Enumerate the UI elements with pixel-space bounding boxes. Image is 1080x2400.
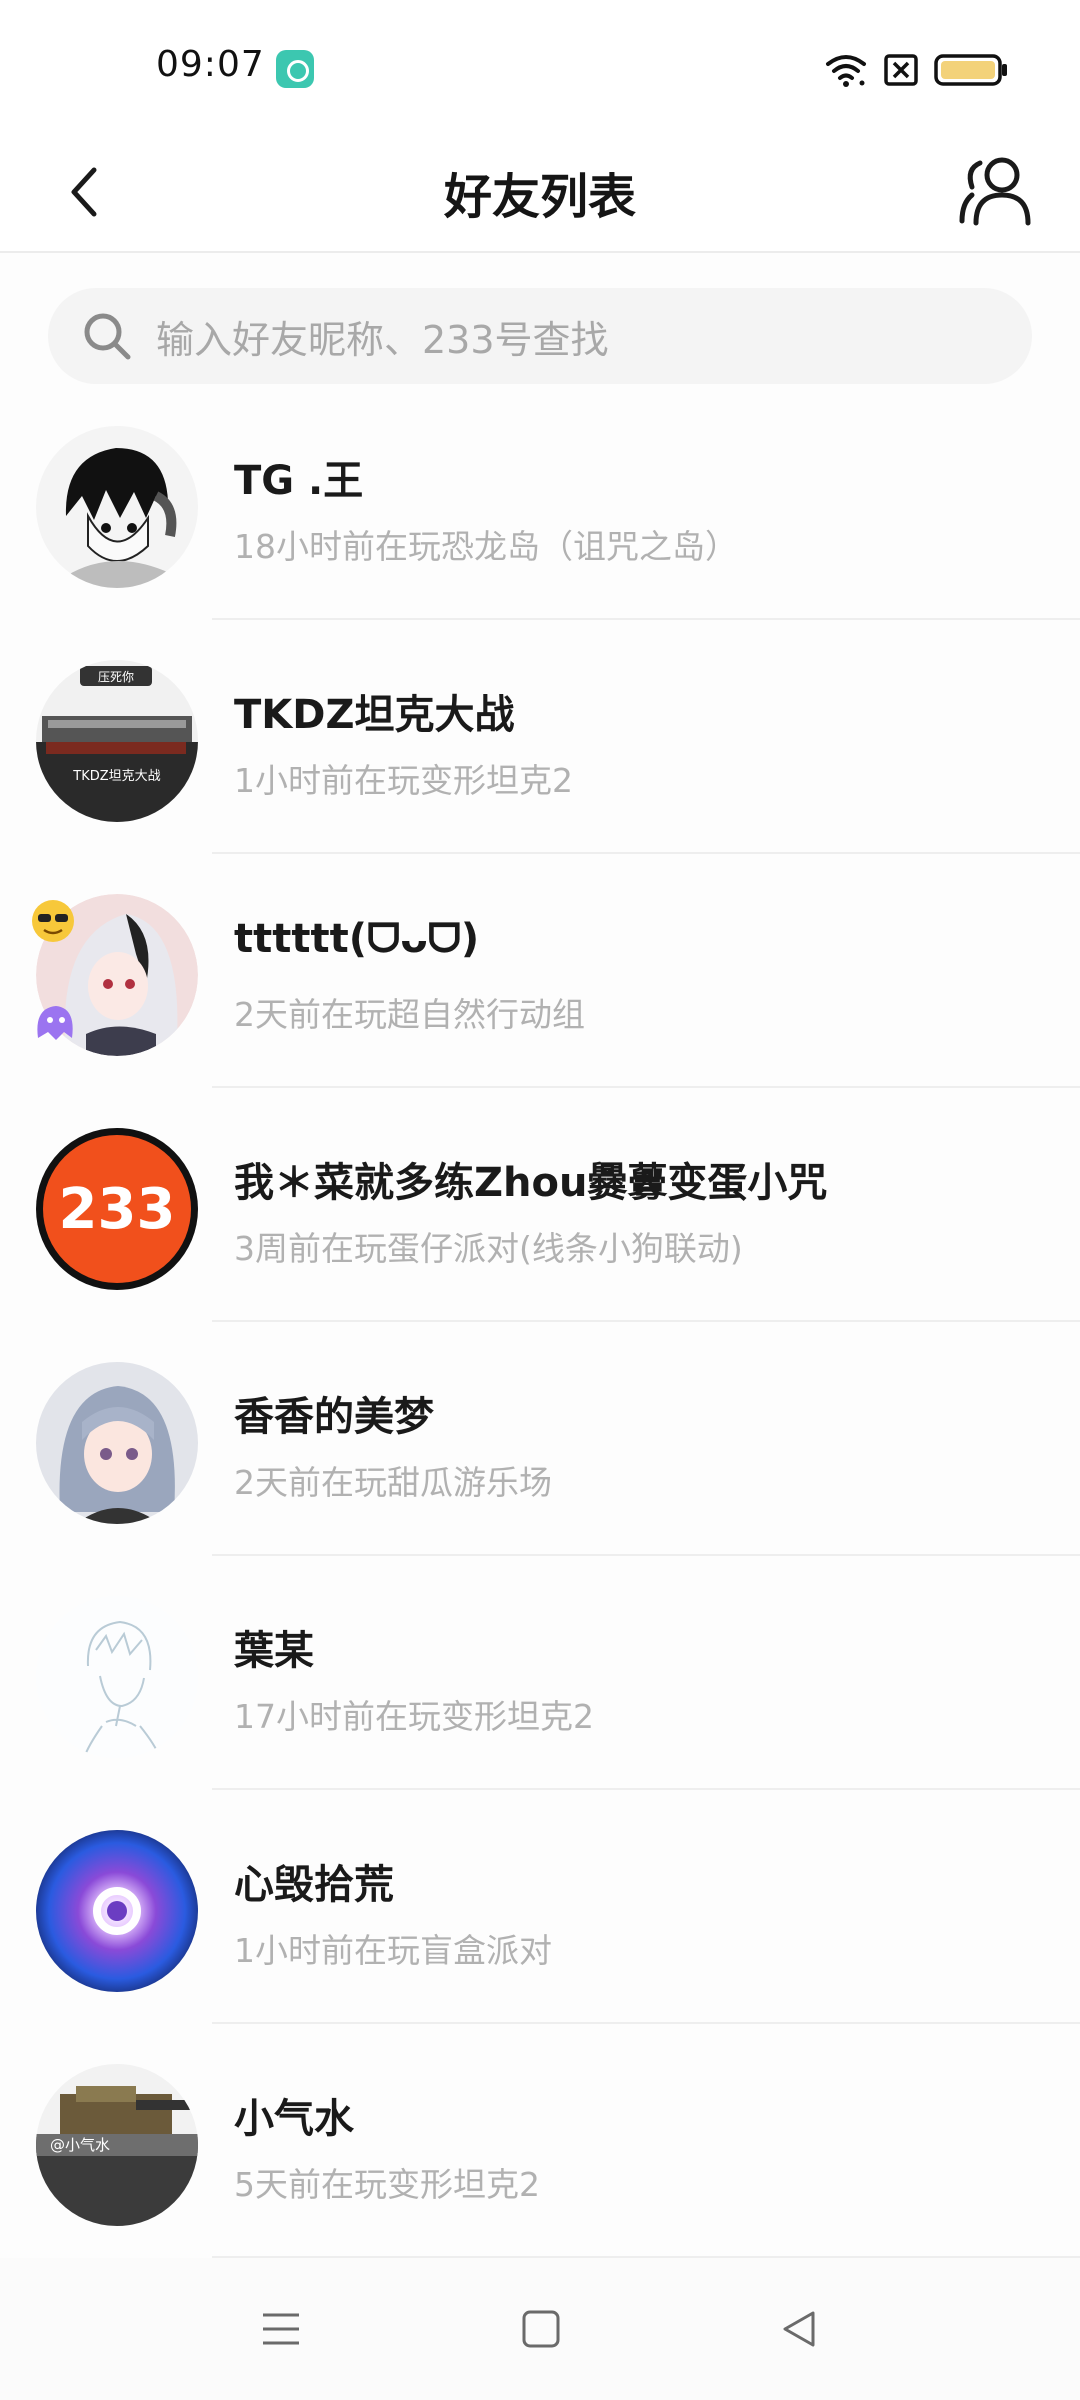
status-bar: 09:07: [0, 0, 1080, 130]
friend-status: 18小时前在玩恐龙岛（诅咒之岛）: [234, 527, 738, 566]
avatar: 压死你 TKDZ坦克大战: [36, 660, 198, 822]
friend-status: 1小时前在玩变形坦克2: [234, 761, 573, 800]
friend-row[interactable]: @小气水 小气水 5天前在玩变形坦克2: [0, 2024, 1080, 2258]
status-time: 09:07: [156, 44, 265, 85]
avatar: [36, 1362, 198, 1524]
friend-status: 1小时前在玩盲盒派对: [234, 1931, 552, 1970]
menu-icon: [263, 2313, 299, 2345]
search-input[interactable]: 输入好友昵称、233号查找: [48, 288, 1032, 384]
friend-name: 心毁拾荒: [234, 1862, 394, 1908]
ghost-sticker-icon: [37, 1006, 73, 1040]
friend-row[interactable]: TG .王 18小时前在玩恐龙岛（诅咒之岛）: [0, 386, 1080, 620]
friend-name: TG .王: [234, 458, 364, 504]
friend-row[interactable]: 233 我＊菜就多练Zhou爨虋变蛋小咒 3周前在玩蛋仔派对(线条小狗联动): [0, 1088, 1080, 1322]
friend-row[interactable]: 香香的美梦 2天前在玩甜瓜游乐场: [0, 1322, 1080, 1556]
friend-status: 2天前在玩超自然行动组: [234, 995, 585, 1034]
nav-bar: 好友列表: [0, 130, 1080, 253]
friend-row[interactable]: 压死你 TKDZ坦克大战 TKDZ坦克大战 1小时前在玩变形坦克2: [0, 620, 1080, 854]
search-placeholder: 输入好友昵称、233号查找: [156, 317, 609, 362]
friends-manage-button[interactable]: [954, 148, 1040, 234]
recent-apps-button[interactable]: [246, 2294, 316, 2364]
avatar-label: TKDZ坦克大战: [72, 769, 160, 784]
sunglasses-emoji-icon: [32, 900, 74, 942]
avatar-label: @小气水: [50, 2136, 110, 2154]
friend-row[interactable]: tttttt(ᗜᴗᗜ) 2天前在玩超自然行动组: [0, 854, 1080, 1088]
avatar: @小气水: [36, 2064, 198, 2226]
wifi-icon: [826, 55, 866, 80]
app-notification-icon: [276, 50, 314, 88]
avatar-tag: 压死你: [98, 670, 134, 684]
friend-name: TKDZ坦克大战: [234, 692, 515, 738]
avatar: [36, 426, 198, 588]
system-back-button[interactable]: [764, 2294, 834, 2364]
system-nav-bar: [0, 2258, 1080, 2400]
chevron-left-icon: [71, 167, 97, 217]
sim-off-icon: [884, 54, 918, 86]
status-icons: [824, 50, 1014, 90]
friend-status: 17小时前在玩变形坦克2: [234, 1697, 594, 1736]
avatar: [32, 894, 198, 1056]
home-button[interactable]: [506, 2294, 576, 2364]
back-button[interactable]: [44, 152, 124, 232]
page-title: 好友列表: [443, 168, 636, 225]
friend-row[interactable]: 葉某 17小时前在玩变形坦克2: [0, 1556, 1080, 1790]
friend-name: tttttt(ᗜᴗᗜ): [234, 916, 480, 962]
avatar: 233: [36, 1128, 198, 1290]
friend-status: 2天前在玩甜瓜游乐场: [234, 1463, 552, 1502]
users-icon: [959, 157, 1031, 226]
friend-status: 5天前在玩变形坦克2: [234, 2165, 540, 2204]
friend-name: 我＊菜就多练Zhou爨虋变蛋小咒: [234, 1160, 828, 1206]
friend-name: 葉某: [234, 1628, 314, 1674]
avatar: [36, 1830, 198, 1992]
battery-icon: [934, 54, 1007, 86]
friend-name: 小气水: [234, 2096, 354, 2142]
square-icon: [522, 2310, 560, 2348]
brand-233-logo: 233: [59, 1177, 176, 1242]
avatar: [36, 1596, 198, 1758]
search-icon: [84, 313, 131, 360]
friend-status: 3周前在玩蛋仔派对(线条小狗联动): [234, 1229, 743, 1268]
friend-row[interactable]: 心毁拾荒 1小时前在玩盲盒派对: [0, 1790, 1080, 2024]
friend-name: 香香的美梦: [234, 1394, 434, 1440]
search-area: 输入好友昵称、233号查找: [0, 253, 1080, 384]
friend-list: TG .王 18小时前在玩恐龙岛（诅咒之岛） 压死你 TKDZ坦克大战 TKDZ…: [0, 386, 1080, 2258]
triangle-back-icon: [783, 2311, 815, 2347]
